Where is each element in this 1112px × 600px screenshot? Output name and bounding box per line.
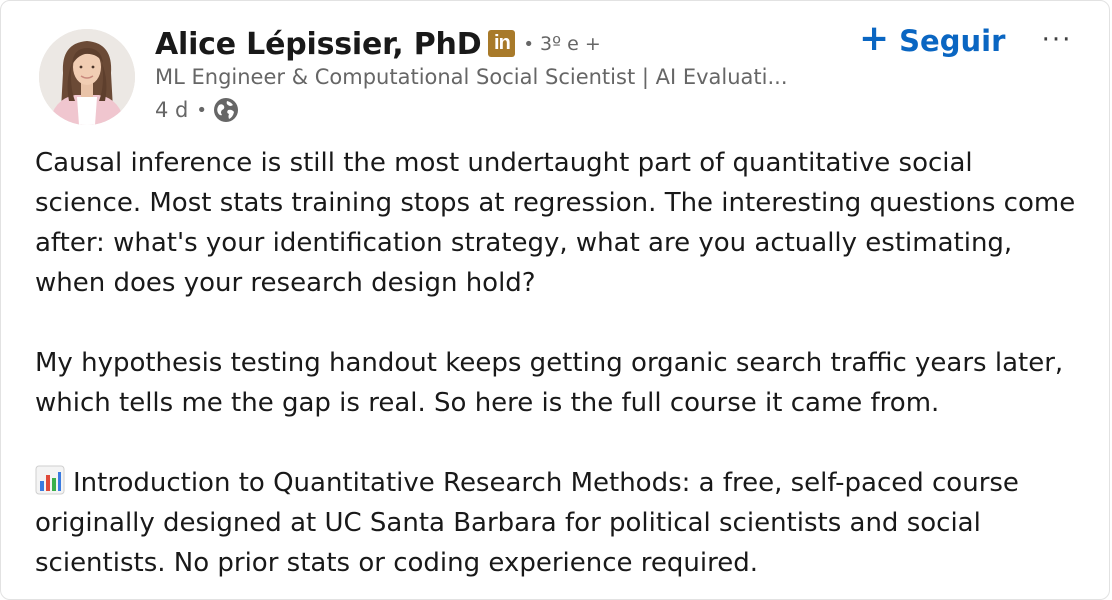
- paragraph-line: originally designed at UC Santa Barbara …: [35, 508, 981, 538]
- paragraph-line: science. Most stats training stops at re…: [35, 188, 1076, 218]
- linkedin-premium-icon: in: [488, 29, 516, 57]
- follow-button[interactable]: + Seguir: [859, 21, 1005, 61]
- author-name[interactable]: Alice Lépissier, PhD: [155, 27, 482, 62]
- globe-icon: [213, 97, 239, 123]
- post-time: 4 d: [155, 98, 189, 122]
- follow-label: Seguir: [899, 24, 1006, 58]
- post-meta: 4 d •: [155, 95, 239, 125]
- author-name-row: Alice Lépissier, PhD in • 3º e +: [155, 23, 601, 65]
- author-avatar[interactable]: [39, 29, 135, 125]
- paragraph-line-with-icon: Introduction to Quantitative Research Me…: [35, 463, 1095, 503]
- separator-dot: •: [196, 99, 207, 121]
- post-body: Causal inference is still the most under…: [35, 143, 1095, 583]
- separator-dot: •: [523, 33, 535, 55]
- plus-icon: +: [859, 18, 890, 59]
- paragraph-text: Introduction to Quantitative Research Me…: [73, 468, 1019, 498]
- more-options-button[interactable]: ···: [1037, 23, 1077, 57]
- author-headline[interactable]: ML Engineer & Computational Social Scien…: [155, 65, 788, 89]
- paragraph-line: Causal inference is still the most under…: [35, 148, 973, 178]
- bar-chart-emoji-icon: [35, 465, 65, 495]
- paragraph-line: when does your research design hold?: [35, 268, 536, 298]
- paragraph-line: My hypothesis testing handout keeps gett…: [35, 348, 1064, 378]
- paragraph-line: scientists. No prior stats or coding exp…: [35, 548, 758, 578]
- connection-degree: 3º e +: [540, 33, 601, 55]
- paragraph-line: after: what's your identification strate…: [35, 228, 1013, 258]
- post-card: Alice Lépissier, PhD in • 3º e + ML Engi…: [0, 0, 1110, 600]
- paragraph-line: which tells me the gap is real. So here …: [35, 388, 940, 418]
